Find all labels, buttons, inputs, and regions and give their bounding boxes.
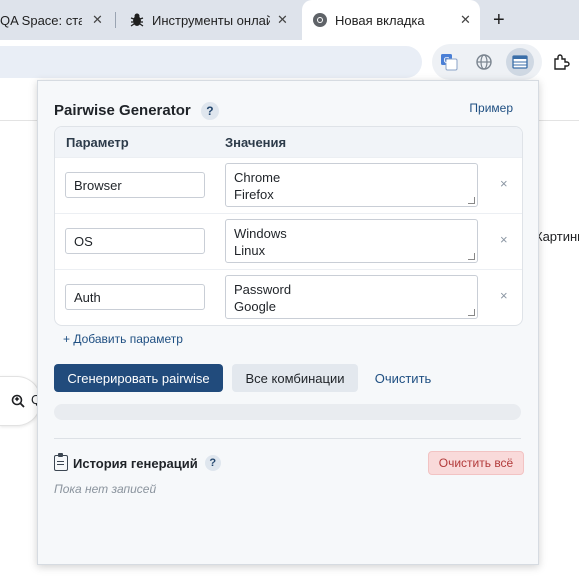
param-name-input[interactable]: OS [65, 228, 205, 254]
history-empty-text: Пока нет записей [54, 482, 157, 496]
resize-handle-icon[interactable] [468, 309, 475, 316]
example-link[interactable]: Пример [469, 101, 513, 115]
close-icon[interactable]: ✕ [92, 12, 103, 28]
param-values-textarea[interactable]: Chrome Firefox [225, 163, 478, 207]
tab-tools[interactable]: Инструменты онлай ✕ [122, 0, 300, 40]
help-icon[interactable]: ? [204, 455, 221, 471]
all-combinations-button[interactable]: Все комбинации [232, 364, 358, 392]
param-name-input[interactable]: Auth [65, 284, 205, 310]
table-header: Параметр Значения [55, 127, 522, 158]
remove-row-icon[interactable]: × [500, 176, 508, 191]
add-parameter-link[interactable]: + Добавить параметр [63, 332, 183, 346]
globe-icon [476, 54, 492, 70]
remove-row-icon[interactable]: × [500, 232, 508, 247]
param-name-input[interactable]: Browser [65, 172, 205, 198]
extensions-puzzle-button[interactable] [547, 48, 575, 76]
browser-tab-strip: QA Space: стат ✕ Инструменты онлай ✕ Нов… [0, 0, 579, 40]
clipboard-icon [54, 453, 68, 471]
tab-new-tab[interactable]: Новая вкладка ✕ [302, 0, 480, 40]
history-title-row: История генераций ? [54, 453, 221, 471]
table-row: Browser Chrome Firefox × [55, 157, 522, 214]
value-line: Linux [234, 243, 266, 258]
value-line: Windows [234, 226, 287, 241]
close-icon[interactable]: ✕ [460, 12, 471, 28]
tab-separator [115, 12, 116, 28]
translate-icon: G [441, 54, 458, 71]
puzzle-icon [554, 54, 570, 70]
extensions-area: G [432, 44, 542, 80]
popup-title-row: Pairwise Generator ? [54, 102, 219, 120]
remove-row-icon[interactable]: × [500, 288, 508, 303]
divider [54, 438, 521, 439]
resize-handle-icon[interactable] [468, 253, 475, 260]
header-values: Значения [225, 135, 287, 150]
pairwise-popup: Pairwise Generator ? Пример Параметр Зна… [37, 80, 539, 565]
resize-handle-icon[interactable] [468, 197, 475, 204]
page-text: Картинн [535, 229, 579, 244]
tab-title: QA Space: стат [0, 12, 82, 28]
param-values-textarea[interactable]: Windows Linux [225, 219, 478, 263]
lens-search-button[interactable]: Q [0, 376, 41, 426]
tab-title: Новая вкладка [335, 12, 425, 28]
tab-title: Инструменты онлай [152, 12, 270, 28]
generate-pairwise-button[interactable]: Сгенерировать pairwise [54, 364, 223, 392]
chrome-icon [313, 13, 327, 27]
pairwise-extension-button[interactable] [506, 48, 534, 76]
header-param: Параметр [66, 135, 129, 150]
translate-extension-button[interactable]: G [435, 48, 463, 76]
progress-bar [54, 404, 521, 420]
help-icon[interactable]: ? [200, 102, 219, 120]
lens-search-icon [11, 394, 25, 408]
page-title: Pairwise Generator [54, 102, 191, 119]
globe-extension-button[interactable] [470, 48, 498, 76]
browser-toolbar: G [0, 40, 579, 84]
value-line: Firefox [234, 187, 274, 202]
value-line: Google [234, 299, 276, 314]
history-title: История генераций [73, 455, 198, 471]
bug-icon [130, 13, 144, 27]
clear-all-button[interactable]: Очистить всё [428, 451, 524, 475]
value-line: Password [234, 282, 292, 297]
clear-button[interactable]: Очистить [368, 364, 438, 392]
value-line: Chrome [234, 170, 281, 185]
svg-text:G: G [444, 56, 450, 65]
address-bar[interactable] [0, 46, 422, 78]
param-values-textarea[interactable]: Password Google [225, 275, 478, 319]
table-row: OS Windows Linux × [55, 213, 522, 270]
table-icon [512, 55, 528, 69]
params-table: Параметр Значения Browser Chrome Firefox… [54, 126, 523, 326]
close-icon[interactable]: ✕ [277, 12, 288, 28]
table-row: Auth Password Google × [55, 269, 522, 325]
new-tab-button[interactable]: + [493, 9, 505, 32]
tab-qa-space[interactable]: QA Space: стат ✕ [0, 0, 112, 40]
